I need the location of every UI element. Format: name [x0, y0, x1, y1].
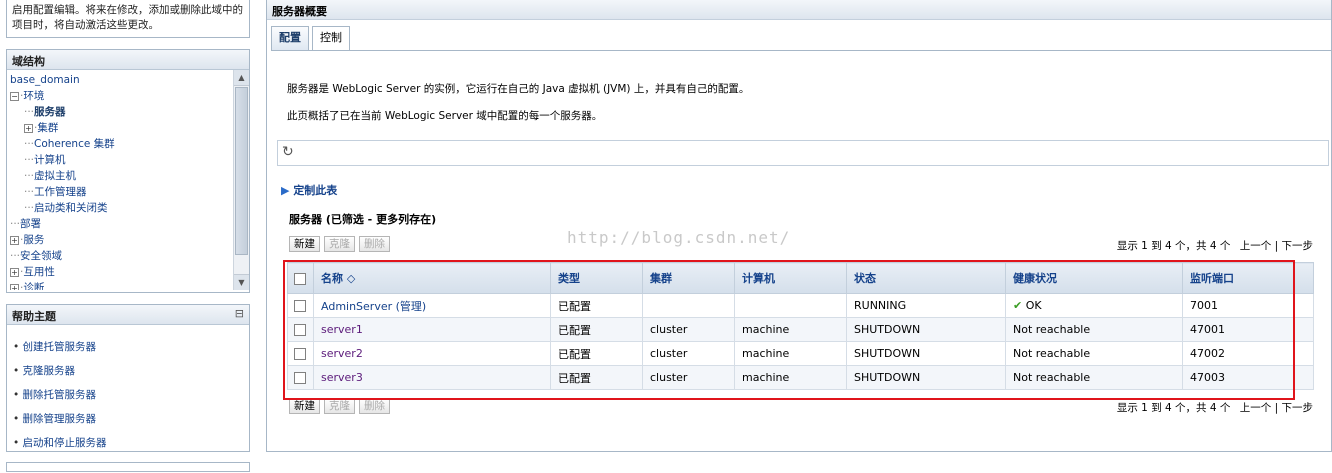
domain-structure-title: 域结构 — [7, 50, 249, 70]
tree-node-coherence[interactable]: ···Coherence 集群 — [10, 136, 228, 152]
tree-node-virtual-hosts[interactable]: ···虚拟主机 — [10, 168, 228, 184]
change-center-panel: 启用配置编辑。将来在修改，添加或删除此域中的项目时，将自动激活这些更改。 — [6, 0, 250, 38]
triangle-right-icon: ▶ — [281, 184, 290, 197]
tree-root-base-domain[interactable]: base_domain — [10, 74, 80, 86]
help-list: 创建托管服务器 克隆服务器 删除托管服务器 删除管理服务器 启动和停止服务器 — [7, 325, 249, 473]
change-center-text: 启用配置编辑。将来在修改，添加或删除此域中的项目时，将自动激活这些更改。 — [12, 4, 243, 31]
tab-configuration[interactable]: 配置 — [271, 26, 309, 50]
scroll-up-icon[interactable]: ▲ — [234, 70, 249, 86]
help-link-start-stop[interactable]: 启动和停止服务器 — [13, 435, 243, 450]
highlight-box — [283, 260, 1295, 400]
next-panel — [6, 462, 250, 472]
table-toolbar-bottom: 新建 克隆 删除 — [289, 398, 394, 414]
main-panel: 服务器概要 配置 控制 服务器是 WebLogic Server 的实例，它运行在… — [266, 0, 1332, 452]
tree-node-clusters[interactable]: + ·集群 — [10, 120, 228, 136]
pager-prev[interactable]: 上一个 — [1240, 402, 1272, 414]
tab-control[interactable]: 控制 — [312, 26, 350, 50]
pager-next[interactable]: 下一步 — [1282, 240, 1314, 252]
description-2: 此页概括了已在当前 WebLogic Server 域中配置的每一个服务器。 — [287, 110, 603, 122]
tree-node-environment[interactable]: − ·环境 — [10, 88, 228, 104]
help-link-delete-managed[interactable]: 删除托管服务器 — [13, 387, 243, 402]
tree-node-work-managers[interactable]: ···工作管理器 — [10, 184, 228, 200]
help-link-clone[interactable]: 克隆服务器 — [13, 363, 243, 378]
clone-button-bottom[interactable]: 克隆 — [324, 398, 355, 414]
domain-tree-viewport: base_domain − ·环境 ···服务器 + ·集群 ···Coherenc… — [7, 70, 249, 290]
tree-node-diagnostics[interactable]: + ·诊断 — [10, 280, 228, 290]
tab-bar: 配置 控制 — [271, 26, 1331, 51]
tree-node-security-realms[interactable]: ···安全领域 — [10, 248, 228, 264]
tree-scrollbar[interactable]: ▲ ▼ — [233, 70, 249, 290]
domain-tree: base_domain − ·环境 ···服务器 + ·集群 ···Coherenc… — [7, 70, 231, 290]
new-button-bottom[interactable]: 新建 — [289, 398, 320, 414]
pager-summary: 显示 1 到 4 个，共 4 个 — [1116, 240, 1231, 252]
delete-button-bottom[interactable]: 删除 — [359, 398, 390, 414]
pager-sep: | — [1274, 402, 1279, 414]
table-title: 服务器 (已筛选 - 更多列存在) — [289, 213, 437, 226]
refresh-bar: ↻ — [277, 140, 1329, 166]
help-link-delete-admin[interactable]: 删除管理服务器 — [13, 411, 243, 426]
pager-next[interactable]: 下一步 — [1282, 402, 1314, 414]
tree-node-services[interactable]: + ·服务 — [10, 232, 228, 248]
new-button[interactable]: 新建 — [289, 236, 320, 252]
collapse-icon[interactable]: − — [10, 91, 19, 101]
expand-icon[interactable]: + — [10, 267, 19, 277]
help-panel: 帮助主题 ⊟ 创建托管服务器 克隆服务器 删除托管服务器 删除管理服务器 启动和… — [6, 304, 250, 452]
tree-node-deployments[interactable]: ···部署 — [10, 216, 228, 232]
delete-button[interactable]: 删除 — [359, 236, 390, 252]
description-1: 服务器是 WebLogic Server 的实例，它运行在自己的 Java 虚拟… — [287, 83, 750, 95]
help-link-create-managed[interactable]: 创建托管服务器 — [13, 339, 243, 354]
collapse-icon[interactable]: ⊟ — [235, 307, 244, 320]
customize-table-link[interactable]: ▶ 定制此表 — [281, 182, 337, 198]
clone-button[interactable]: 克隆 — [324, 236, 355, 252]
domain-structure-panel: 域结构 base_domain − ·环境 ···服务器 + ·集群 ···Cohe… — [6, 49, 250, 293]
scroll-thumb[interactable] — [235, 87, 248, 255]
expand-icon[interactable]: + — [10, 283, 19, 290]
tree-node-machines[interactable]: ···计算机 — [10, 152, 228, 168]
pager-bottom: 显示 1 到 4 个，共 4 个 上一个 | 下一步 — [1117, 400, 1313, 415]
scroll-down-icon[interactable]: ▼ — [234, 274, 249, 290]
page-title: 服务器概要 — [267, 0, 1331, 20]
pager-top: 显示 1 到 4 个，共 4 个 上一个 | 下一步 — [1117, 238, 1313, 253]
tree-node-startup-classes[interactable]: ···启动类和关闭类 — [10, 200, 228, 216]
pager-summary: 显示 1 到 4 个，共 4 个 — [1116, 402, 1231, 414]
refresh-icon[interactable]: ↻ — [282, 144, 294, 160]
pager-prev[interactable]: 上一个 — [1240, 240, 1272, 252]
expand-icon[interactable]: + — [10, 235, 19, 245]
tree-node-interoperability[interactable]: + ·互用性 — [10, 264, 228, 280]
help-title: 帮助主题 — [12, 310, 56, 323]
tree-node-servers[interactable]: ···服务器 — [10, 104, 228, 120]
watermark: http://blog.csdn.net/ — [567, 228, 791, 247]
expand-icon[interactable]: + — [24, 123, 33, 133]
pager-sep: | — [1274, 240, 1279, 252]
table-toolbar-top: 新建 克隆 删除 — [289, 236, 394, 252]
